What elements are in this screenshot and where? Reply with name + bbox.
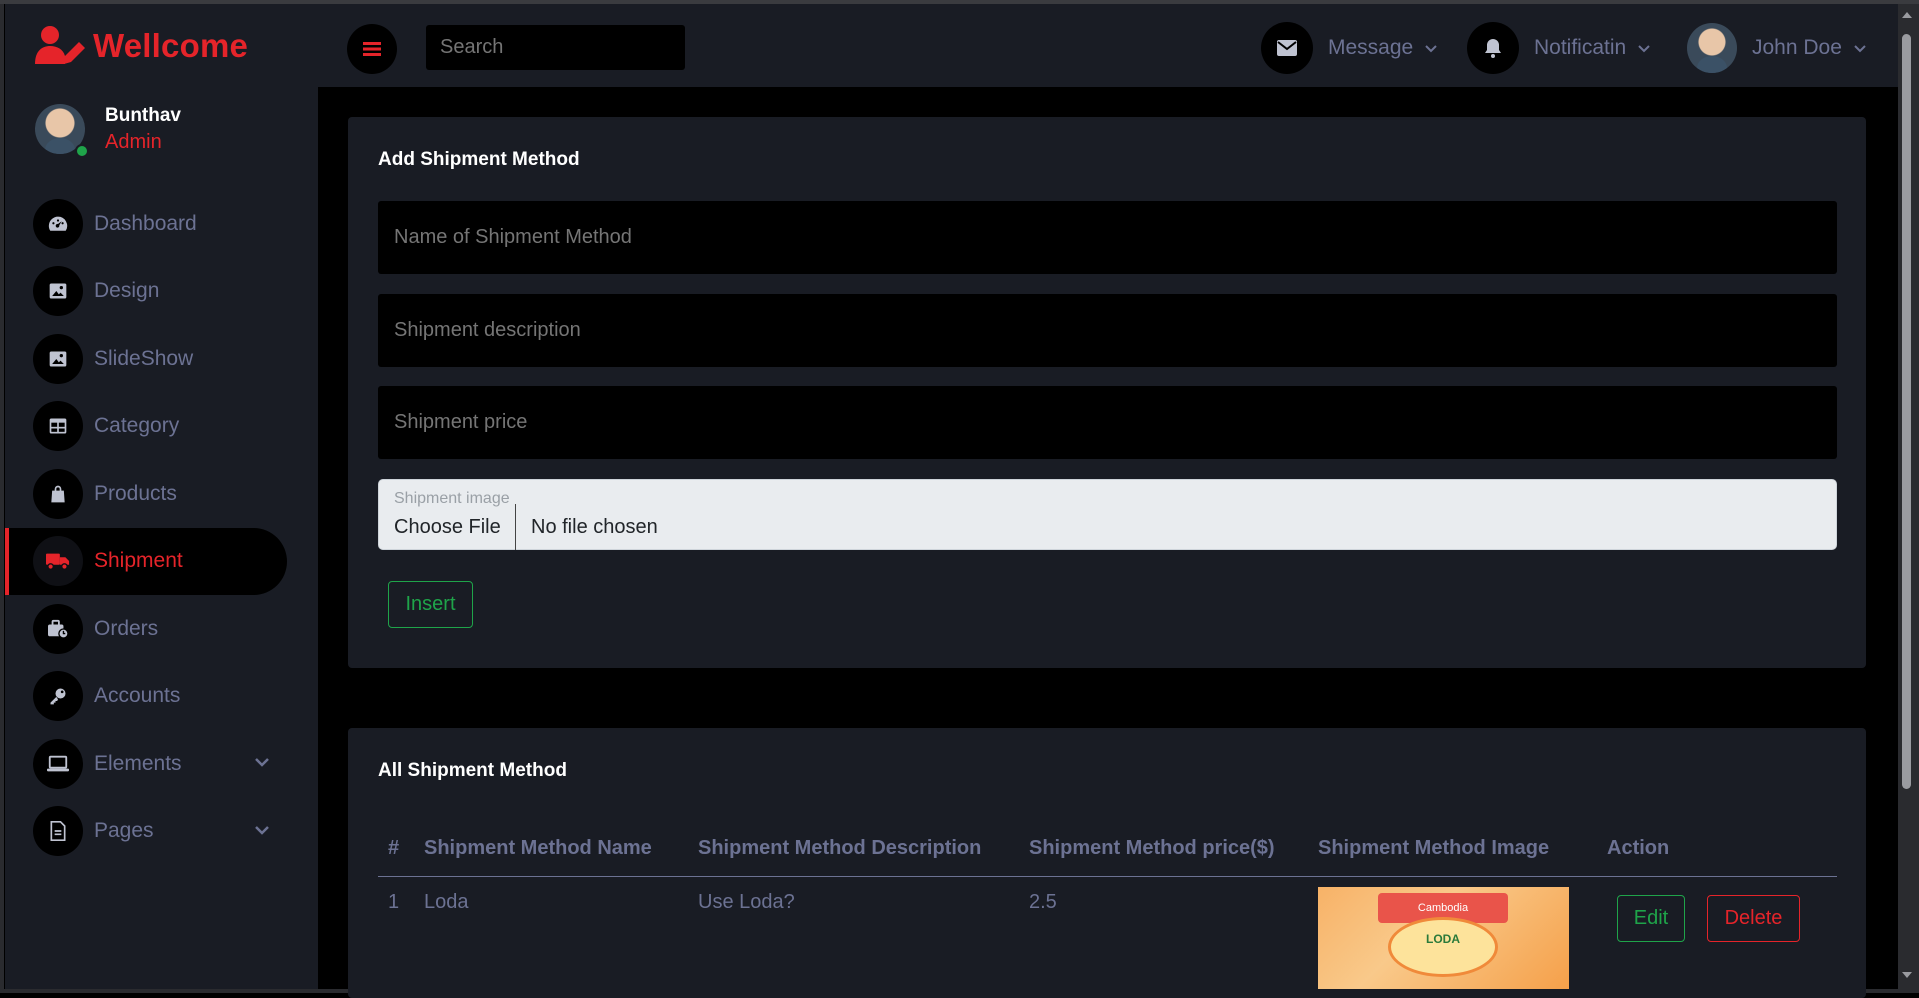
sidebar-item-label: Orders: [94, 616, 159, 640]
sidebar-item-label: Dashboard: [94, 211, 197, 235]
edit-button[interactable]: Edit: [1617, 894, 1685, 942]
online-status-dot: [75, 144, 89, 158]
column-header: Shipment Method Description: [688, 821, 1019, 877]
card-title: Add Shipment Method: [378, 149, 580, 170]
shipment-description-input[interactable]: [378, 294, 1837, 367]
page-scrollbar[interactable]: [1898, 4, 1915, 989]
top-navbar: Message Notificatin John Doe: [318, 4, 1898, 87]
notification-label: Notificatin: [1534, 36, 1627, 59]
user-dropdown[interactable]: John Doe: [1687, 22, 1868, 74]
row-price: 2.5: [1029, 890, 1057, 913]
row-image-cell: Cambodia LODA: [1308, 876, 1597, 989]
profile-avatar-wrap: [35, 104, 89, 158]
sidebar-item-orders[interactable]: Orders: [5, 595, 318, 663]
thumbnail-logo: LODA: [1426, 931, 1460, 946]
thumbnail-graphic: [1388, 916, 1498, 977]
file-document-icon: [33, 806, 83, 857]
sidebar-item-shipment[interactable]: Shipment: [5, 527, 318, 595]
menu-toggle-button[interactable]: [347, 24, 397, 74]
row-index: 1: [388, 890, 400, 913]
speedometer-icon: [33, 198, 83, 249]
sidebar-item-products[interactable]: Products: [5, 460, 318, 528]
column-header: Action: [1597, 821, 1837, 877]
file-status: No file chosen: [531, 515, 658, 538]
chevron-down-icon: [1425, 45, 1437, 53]
sidebar-item-label: Category: [94, 414, 180, 438]
shipment-name-input[interactable]: [378, 201, 1837, 274]
user-edit-icon: [35, 26, 85, 64]
sidebar-item-pages[interactable]: Pages: [5, 798, 318, 866]
table-header-row: # Shipment Method Name Shipment Method D…: [378, 821, 1837, 877]
sidebar-item-label: Shipment: [94, 549, 183, 573]
avatar: [1687, 23, 1737, 73]
column-header: Shipment Method price($): [1019, 821, 1308, 877]
brand[interactable]: Wellcome: [35, 26, 248, 66]
image-icon: [33, 333, 83, 384]
card-title: All Shipment Method: [378, 760, 567, 781]
row-name: Loda: [424, 890, 469, 913]
notification-dropdown[interactable]: Notificatin: [1467, 22, 1652, 74]
shipment-table: # Shipment Method Name Shipment Method D…: [378, 821, 1837, 989]
table-icon: [33, 401, 83, 452]
scrollbar-thumb[interactable]: [1902, 34, 1911, 789]
sidebar-item-label: Design: [94, 279, 160, 303]
shopping-bag-icon: [33, 468, 83, 519]
sidebar-item-label: Products: [94, 481, 177, 505]
chevron-down-icon: [1638, 45, 1650, 53]
scroll-down-arrow-icon[interactable]: [1902, 972, 1912, 978]
profile-role: Admin: [105, 130, 162, 153]
sidebar-item-label: SlideShow: [94, 346, 194, 370]
column-header: #: [378, 821, 414, 877]
search-input[interactable]: [426, 25, 685, 70]
laptop-icon: [33, 738, 83, 789]
chevron-down-icon: [1854, 45, 1866, 53]
bell-icon: [1467, 22, 1519, 74]
sidebar-item-slideshow[interactable]: SlideShow: [5, 325, 318, 393]
shipment-thumbnail: Cambodia LODA: [1318, 886, 1569, 989]
shipment-list-card: All Shipment Method # Shipment Method Na…: [348, 728, 1866, 998]
row-description: Use Loda?: [698, 890, 795, 913]
add-shipment-card: Add Shipment Method Shipment image Choos…: [348, 117, 1866, 668]
sidebar-item-dashboard[interactable]: Dashboard: [5, 190, 318, 258]
brand-name: Wellcome: [93, 27, 249, 64]
sidebar-item-label: Elements: [94, 751, 182, 775]
briefcase-clock-icon: [33, 603, 83, 654]
row-actions: Edit Delete: [1597, 876, 1837, 989]
key-icon: [33, 671, 83, 722]
sidebar-item-design[interactable]: Design: [5, 258, 318, 326]
sidebar-item-label: Pages: [94, 819, 154, 843]
shipment-image-file-input[interactable]: Shipment image Choose File No file chose…: [378, 479, 1837, 550]
scroll-up-arrow-icon[interactable]: [1902, 12, 1912, 18]
table-row: 1 Loda Use Loda? 2.5 Cambodia LODA Edit D…: [378, 876, 1837, 989]
user-name: John Doe: [1752, 36, 1842, 59]
chevron-down-icon[interactable]: [252, 820, 272, 840]
sidebar-item-elements[interactable]: Elements: [5, 730, 318, 798]
choose-file-button[interactable]: Choose File: [379, 504, 516, 550]
insert-button[interactable]: Insert: [388, 581, 473, 628]
delete-button[interactable]: Delete: [1707, 894, 1800, 942]
column-header: Shipment Method Name: [414, 821, 688, 877]
shipment-price-input[interactable]: [378, 386, 1837, 459]
sidebar: Wellcome Bunthav Admin Dashboard Design: [5, 4, 318, 989]
sidebar-item-accounts[interactable]: Accounts: [5, 663, 318, 731]
hamburger-icon: [363, 42, 381, 56]
profile[interactable]: Bunthav Admin: [35, 104, 181, 158]
truck-icon: [33, 536, 83, 587]
sidebar-nav: Dashboard Design SlideShow Category Prod…: [5, 190, 318, 865]
message-label: Message: [1328, 36, 1414, 59]
image-icon: [33, 266, 83, 317]
sidebar-item-label: Accounts: [94, 684, 181, 708]
profile-name: Bunthav: [105, 104, 181, 126]
envelope-icon: [1261, 22, 1313, 74]
sidebar-item-category[interactable]: Category: [5, 393, 318, 461]
column-header: Shipment Method Image: [1308, 821, 1597, 877]
chevron-down-icon[interactable]: [252, 752, 272, 772]
message-dropdown[interactable]: Message: [1261, 22, 1439, 74]
